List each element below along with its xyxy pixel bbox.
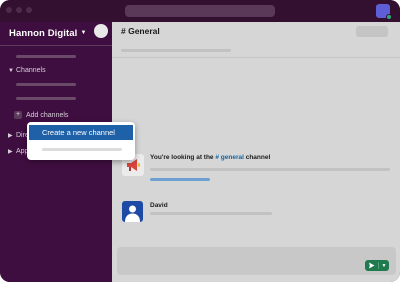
message-body-placeholder [150,212,272,215]
send-icon[interactable] [365,260,378,271]
intro-suffix: channel [245,154,271,161]
message-author[interactable]: David [150,202,168,209]
message-composer[interactable]: ▼ [117,247,396,275]
search-bar[interactable] [125,5,275,17]
presence-indicator [386,14,392,20]
menu-item-placeholder[interactable] [42,148,122,151]
window-dot[interactable] [26,7,32,13]
intro-description-placeholder [150,168,390,171]
window-controls[interactable] [6,7,32,13]
caret-right-icon: ▶ [8,133,13,139]
channel-title[interactable]: # General [121,26,160,36]
channel-pane: # General You're looking at the # genera… [112,22,400,282]
add-channels-button[interactable]: + Add channels [14,111,68,119]
window-dot[interactable] [16,7,22,13]
sidebar-item-placeholder[interactable] [16,55,76,58]
window-dot[interactable] [6,7,12,13]
user-avatar[interactable] [376,4,392,20]
intro-prefix: You're looking at the [150,154,214,161]
sidebar-section-channels[interactable]: ▼ Channels [8,67,46,74]
channel-details-button[interactable] [356,26,388,37]
add-channels-label: Add channels [26,111,69,119]
add-channels-menu: Create a new channel [27,122,135,160]
sidebar-item-placeholder[interactable] [16,83,76,86]
compose-icon[interactable] [94,24,108,38]
add-people-link-placeholder[interactable] [150,178,210,181]
channel-link[interactable]: # general [215,154,244,161]
sidebar-item-placeholder[interactable] [16,97,76,100]
channel-topic-placeholder [121,49,231,52]
chevron-down-icon[interactable]: ▼ [379,263,389,269]
plus-icon: + [14,111,22,119]
sidebar-divider [0,45,112,46]
app-window: Hannon Digital ▼ ▼ Channels + Add channe… [0,0,400,282]
caret-right-icon: ▶ [8,149,13,155]
send-button-group[interactable]: ▼ [365,260,389,271]
menu-item-create-channel[interactable]: Create a new channel [29,125,133,140]
workspace-name: Hannon Digital [9,27,78,39]
channel-intro-text: You're looking at the # general channel [150,154,270,161]
header-divider [112,57,400,58]
top-bar [0,0,400,22]
chevron-down-icon: ▼ [80,30,87,36]
caret-down-icon: ▼ [8,67,14,74]
avatar[interactable] [122,201,143,222]
section-label: Channels [16,67,46,74]
